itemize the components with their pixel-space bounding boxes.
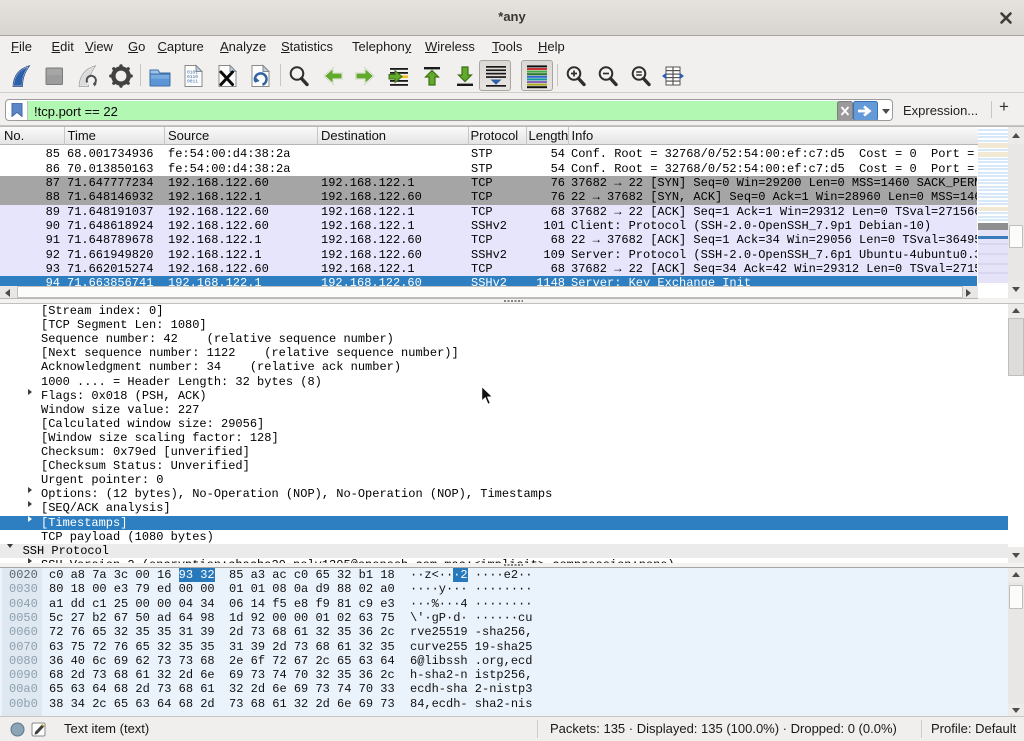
svg-text:0011: 0011 [187, 78, 198, 84]
